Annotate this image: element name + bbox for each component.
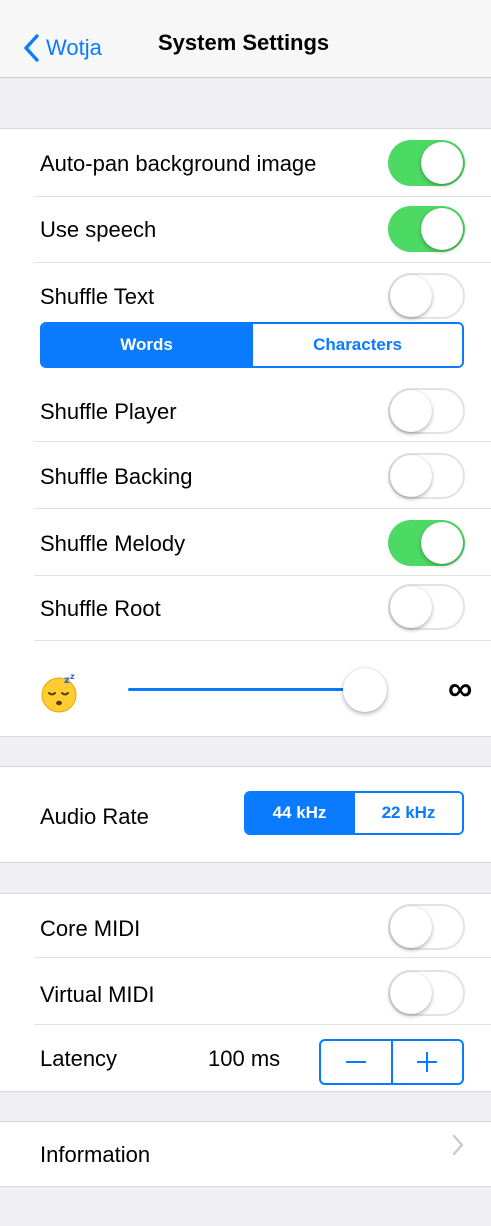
setting-row-shuffle-backing: Shuffle Backing [0, 442, 491, 508]
setting-label: Shuffle Text [40, 284, 155, 309]
infinity-symbol: ∞ [448, 670, 473, 708]
auto-pan-toggle[interactable] [388, 140, 465, 186]
plus-icon [417, 1052, 438, 1072]
toggle-knob [390, 972, 432, 1014]
toggle-knob [421, 208, 463, 250]
sleep-slider-track[interactable] [128, 688, 368, 691]
sleep-slider-thumb[interactable] [343, 668, 387, 712]
plus-button[interactable] [390, 1041, 463, 1083]
setting-label: Shuffle Melody [40, 531, 186, 556]
shuffle-backing-toggle[interactable] [388, 453, 465, 499]
shuffle-text-toggle[interactable] [388, 273, 465, 319]
latency-stepper [319, 1039, 464, 1085]
shuffle-text-mode-control: Words Characters [40, 322, 464, 368]
setting-row-use-speech: Use speech [0, 197, 491, 263]
setting-row-virtual-midi: Virtual MIDI [0, 958, 491, 1024]
toggle-knob [390, 275, 432, 317]
nav-bar: Wotja System Settings [0, 0, 491, 78]
row-divider [34, 1024, 491, 1025]
use-speech-toggle[interactable] [388, 206, 465, 252]
latency-value: 100 ms [208, 1046, 281, 1071]
toggle-knob [390, 390, 432, 432]
virtual-midi-toggle[interactable] [388, 970, 465, 1016]
setting-row-shuffle-melody: Shuffle Melody [0, 509, 491, 575]
setting-row-shuffle-text: Shuffle Text [0, 263, 491, 323]
setting-label: Use speech [40, 217, 157, 242]
shuffle-melody-toggle[interactable] [388, 520, 465, 566]
toggle-knob [421, 142, 463, 184]
toggle-knob [390, 906, 432, 948]
audio-rate-control: 44 kHz 22 kHz [244, 791, 464, 835]
minus-button[interactable] [321, 1041, 391, 1083]
latency-label: Latency [40, 1046, 118, 1071]
back-button[interactable]: Wotja [22, 28, 102, 68]
toggle-knob [390, 455, 432, 497]
setting-label: Virtual MIDI [40, 982, 155, 1007]
toggle-knob [390, 586, 432, 628]
setting-row-auto-pan: Auto-pan background image [0, 129, 491, 195]
setting-label: Auto-pan background image [40, 151, 317, 176]
setting-label: Shuffle Root [40, 596, 161, 621]
setting-label: Shuffle Player [40, 399, 177, 424]
shuffle-player-toggle[interactable] [388, 388, 465, 434]
segment-characters[interactable]: Characters [251, 324, 462, 366]
segment-words[interactable]: Words [42, 324, 251, 366]
setting-label: Shuffle Backing [40, 464, 193, 489]
core-midi-toggle[interactable] [388, 904, 465, 950]
chevron-left-icon [24, 34, 39, 62]
page-title: System Settings [158, 30, 330, 55]
svg-text:z: z [70, 673, 75, 681]
audio-rate-label: Audio Rate [40, 804, 149, 829]
shuffle-root-toggle[interactable] [388, 584, 465, 630]
segment-22khz[interactable]: 22 kHz [353, 793, 462, 833]
information-row[interactable]: Information [0, 1122, 491, 1186]
toggle-knob [421, 522, 463, 564]
information-label: Information [40, 1142, 151, 1167]
setting-row-shuffle-root: Shuffle Root [0, 576, 491, 640]
setting-row-core-midi: Core MIDI [0, 894, 491, 958]
setting-row-shuffle-player: Shuffle Player [0, 378, 491, 442]
row-divider [34, 640, 491, 641]
setting-label: Core MIDI [40, 916, 141, 941]
sleepy-face-icon: z z [41, 673, 77, 713]
segment-44khz[interactable]: 44 kHz [246, 793, 353, 833]
back-label: Wotja [46, 35, 102, 60]
chevron-right-icon [452, 1134, 464, 1156]
minus-icon [345, 1061, 366, 1063]
